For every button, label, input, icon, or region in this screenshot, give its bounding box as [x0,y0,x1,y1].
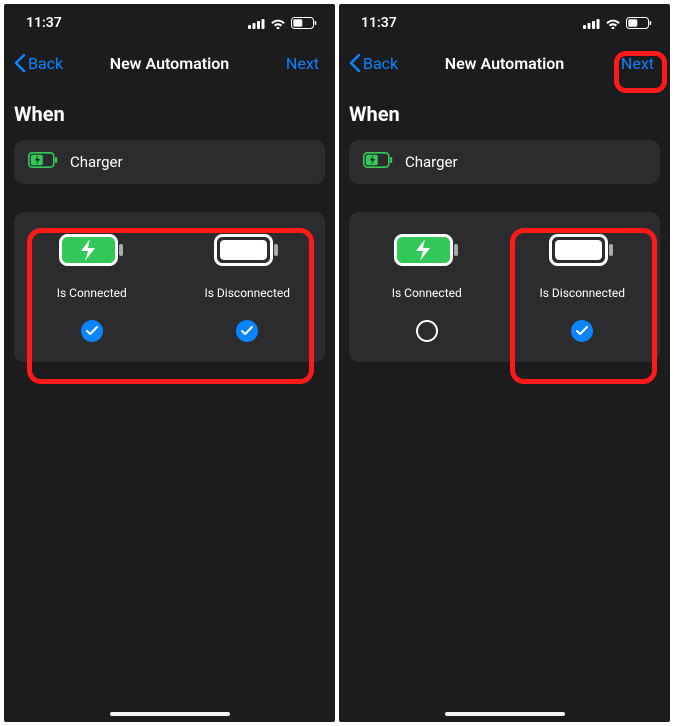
home-indicator[interactable] [110,712,230,716]
charger-row[interactable]: Charger [349,140,660,184]
status-bar: 11:37 [4,4,335,42]
checkmark-icon [236,320,258,342]
screenshot-right: 11:37 Back New Automation [339,4,670,722]
back-button[interactable]: Back [14,54,63,73]
charger-label: Charger [70,153,123,171]
back-label: Back [28,54,63,73]
battery-charging-icon [394,234,460,266]
battery-charging-icon [59,234,125,266]
charger-icon [28,152,58,172]
chevron-left-icon [349,54,361,72]
wifi-icon [270,17,286,29]
back-label: Back [363,54,398,73]
cellular-icon [583,18,600,29]
back-button[interactable]: Back [349,54,398,73]
wifi-icon [605,17,621,29]
cellular-icon [248,18,265,29]
status-time: 11:37 [26,15,62,31]
section-header-when: When [14,102,325,126]
option-connected-label: Is Connected [392,286,462,300]
next-button[interactable]: Next [615,50,660,77]
chevron-left-icon [14,54,26,72]
battery-icon [626,17,652,29]
option-connected[interactable]: Is Connected [349,234,505,342]
options-card: Is Connected Is Disconnected [14,212,325,362]
option-disconnected[interactable]: Is Disconnected [505,234,661,342]
home-indicator[interactable] [445,712,565,716]
option-disconnected[interactable]: Is Disconnected [170,234,326,342]
battery-full-icon [549,234,615,266]
battery-icon [291,17,317,29]
navbar: Back New Automation Next [4,42,335,84]
status-bar: 11:37 [339,4,670,42]
option-disconnected-label: Is Disconnected [540,286,626,300]
section-header-when: When [349,102,660,126]
radio-unchecked-icon [416,320,438,342]
screenshot-left: 11:37 Back New Automation [4,4,335,722]
options-card: Is Connected Is Disconnected [349,212,660,362]
option-connected[interactable]: Is Connected [14,234,170,342]
charger-icon [363,152,393,172]
option-connected-label: Is Connected [57,286,127,300]
checkmark-icon [81,320,103,342]
status-time: 11:37 [361,15,397,31]
charger-row[interactable]: Charger [14,140,325,184]
battery-full-icon [214,234,280,266]
checkmark-icon [571,320,593,342]
next-button[interactable]: Next [280,50,325,77]
navbar: Back New Automation Next [339,42,670,84]
charger-label: Charger [405,153,458,171]
option-disconnected-label: Is Disconnected [205,286,291,300]
